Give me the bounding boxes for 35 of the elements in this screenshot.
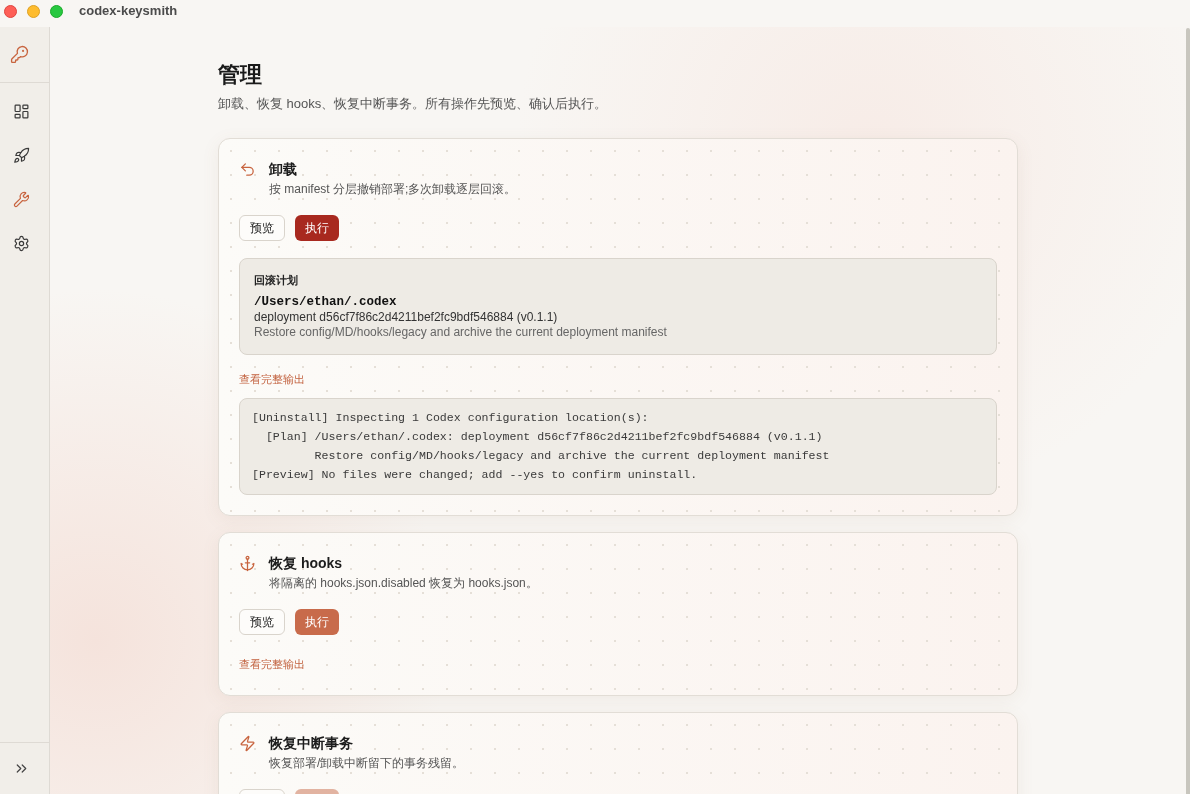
- card-description: 按 manifest 分层撤销部署;多次卸载逐层回滚。: [269, 181, 517, 198]
- page-title: 管理: [218, 61, 262, 89]
- execute-button[interactable]: 执行: [295, 609, 339, 635]
- preview-button[interactable]: 预览: [239, 215, 285, 241]
- output-line: [Uninstall] Inspecting 1 Codex configuration location(s):: [252, 410, 649, 426]
- close-button[interactable]: [4, 4, 17, 18]
- card-title: 恢复 hooks: [269, 554, 344, 573]
- view-output-link[interactable]: 查看完整输出: [239, 656, 305, 672]
- lightning-icon: [239, 734, 256, 752]
- view-output-link[interactable]: 查看完整输出: [239, 371, 305, 387]
- minimize-button[interactable]: [27, 4, 40, 18]
- card-description: 恢复部署/卸载中断留下的事务残留。: [269, 755, 465, 772]
- card-description: 将隔离的 hooks.json.disabled 恢复为 hooks.json。: [269, 575, 538, 592]
- card-title: 卸载: [269, 160, 298, 179]
- undo-arrow-icon: [239, 160, 256, 178]
- output-line: [Plan] /Users/ethan/.codex: deployment d56cf7f86c2d4211bef2fc9bdf546884 (v0.1.1): [264, 429, 823, 445]
- wrench-icon[interactable]: [13, 190, 30, 208]
- output-line: [Preview] No files were changed; add --yes to confirm uninstall.: [252, 467, 698, 483]
- window-title: codex-keysmith: [79, 3, 178, 19]
- dashboard-icon[interactable]: [13, 102, 30, 120]
- settings-icon[interactable]: [13, 234, 30, 252]
- plan-path: /Users/ethan/.codex: [254, 294, 398, 310]
- preview-button[interactable]: 预览: [239, 609, 285, 635]
- zoom-button[interactable]: [50, 4, 63, 18]
- scrollbar-thumb[interactable]: [1186, 28, 1190, 794]
- plan-title: 回滚计划: [254, 273, 299, 288]
- output-line: Restore config/MD/hooks/legacy and archive the current deployment manifest: [313, 448, 830, 464]
- rocket-icon[interactable]: [13, 146, 30, 164]
- execute-button[interactable]: 执行: [295, 215, 339, 241]
- plan-deployment: deployment d56cf7f86c2d4211bef2fc9bdf546884 (v0.1.1): [254, 310, 559, 325]
- key-icon: [10, 45, 29, 64]
- plan-action: Restore config/MD/hooks/legacy and archive the current deployment manifest: [254, 325, 668, 340]
- anchor-icon: [239, 554, 256, 572]
- card-title: 恢复中断事务: [269, 734, 354, 753]
- page-subtitle: 卸载、恢复 hooks、恢复中断事务。所有操作先预览、确认后执行。: [218, 95, 608, 113]
